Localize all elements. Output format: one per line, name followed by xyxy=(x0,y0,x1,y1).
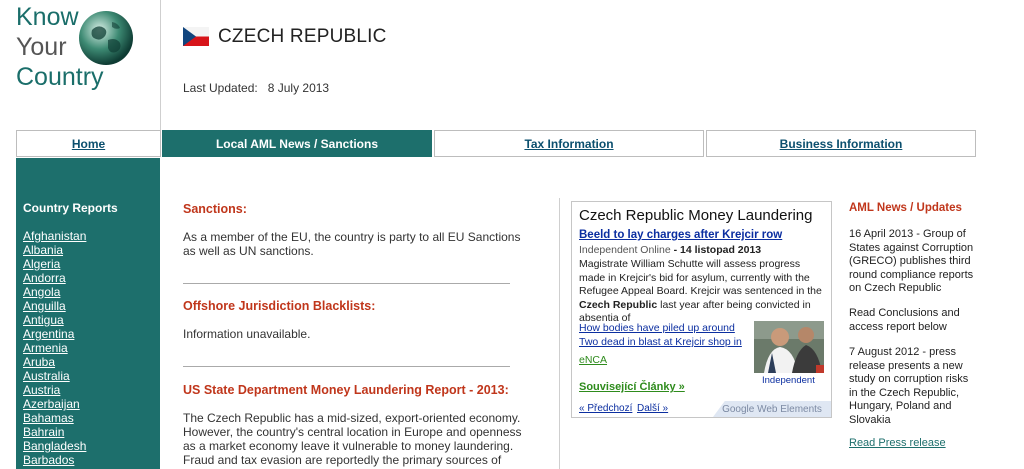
country-link[interactable]: Aruba xyxy=(23,355,55,369)
news-widget: Czech Republic Money Laundering Beeld to… xyxy=(571,201,832,418)
country-item: Bahamas xyxy=(23,411,86,425)
country-link[interactable]: Argentina xyxy=(23,327,74,341)
header-divider xyxy=(160,0,161,130)
widget-source: Independent Online - 14 listopad 2013 xyxy=(579,244,761,256)
country-item: Barbados xyxy=(23,453,86,467)
site-logo[interactable]: Know Your Country xyxy=(16,0,160,100)
country-link[interactable]: Austria xyxy=(23,383,60,397)
country-link[interactable]: Antigua xyxy=(23,313,64,327)
country-item: Aruba xyxy=(23,355,86,369)
country-list: Afghanistan Albania Algeria Andorra Ango… xyxy=(23,229,86,467)
sanctions-heading: Sanctions: xyxy=(183,202,247,216)
country-link[interactable]: Algeria xyxy=(23,257,60,271)
country-link[interactable]: Barbados xyxy=(23,453,74,467)
aml-news-item: 7 August 2012 - press release presents a… xyxy=(849,346,969,426)
widget-source-name: Independent Online xyxy=(579,244,671,256)
logo-text-your: Your xyxy=(16,33,67,61)
widget-body-bold: Czech Republic xyxy=(579,298,658,311)
country-item: Angola xyxy=(23,285,86,299)
us-report-heading: US State Department Money Laundering Rep… xyxy=(183,383,509,397)
country-link[interactable]: Bahrain xyxy=(23,425,64,439)
offshore-heading: Offshore Jurisdiction Blacklists: xyxy=(183,299,376,313)
widget-related-link[interactable]: Two dead in blast at Krejcir shop in xyxy=(579,336,742,348)
main-nav: Home Local AML News / Sanctions Tax Info… xyxy=(16,130,976,157)
country-link[interactable]: Afghanistan xyxy=(23,229,86,243)
country-item: Anguilla xyxy=(23,299,86,313)
last-updated-date: 8 July 2013 xyxy=(267,81,330,95)
country-item: Bangladesh xyxy=(23,439,86,453)
country-item: Andorra xyxy=(23,271,86,285)
country-item: Afghanistan xyxy=(23,229,86,243)
sidebar-title: Country Reports xyxy=(23,201,118,215)
read-press-release-link[interactable]: Read Press release xyxy=(849,437,946,449)
country-link[interactable]: Azerbaijan xyxy=(23,397,80,411)
last-updated: Last Updated: 8 July 2013 xyxy=(183,81,329,95)
czech-flag-icon xyxy=(183,27,209,46)
widget-related-link[interactable]: How bodies have piled up around xyxy=(579,322,735,334)
country-item: Bahrain xyxy=(23,425,86,439)
related-articles-link[interactable]: Související Články » xyxy=(579,381,685,393)
widget-footer: « Předchozí Další » Google Web Elements xyxy=(572,401,831,417)
google-web-elements-logo: Google Web Elements xyxy=(713,401,831,417)
country-item: Algeria xyxy=(23,257,86,271)
thumbnail-caption[interactable]: Independent xyxy=(762,375,815,386)
news-thumbnail-image[interactable] xyxy=(754,321,824,373)
widget-source-link[interactable]: eNCA xyxy=(579,354,607,366)
globe-icon xyxy=(79,11,133,65)
us-report-text: The Czech Republic has a mid-sized, expo… xyxy=(183,411,522,467)
country-link[interactable]: Armenia xyxy=(23,341,68,355)
country-link[interactable]: Angola xyxy=(23,285,60,299)
last-updated-label: Last Updated: xyxy=(183,81,258,95)
aml-news-item: 16 April 2013 - Group of States against … xyxy=(849,228,974,294)
country-link[interactable]: Australia xyxy=(23,369,70,383)
section-divider xyxy=(183,283,510,284)
next-link[interactable]: Další » xyxy=(637,403,668,414)
country-link[interactable]: Albania xyxy=(23,243,63,257)
widget-title: Czech Republic Money Laundering xyxy=(579,207,813,224)
aml-news-item: Read Conclusions and access report below xyxy=(849,307,960,333)
widget-headline-link[interactable]: Beeld to lay charges after Krejcir row xyxy=(579,229,782,241)
country-link[interactable]: Bahamas xyxy=(23,411,74,425)
logo-text-country: Country xyxy=(16,63,104,91)
country-item: Argentina xyxy=(23,327,86,341)
previous-link[interactable]: « Předchozí xyxy=(579,403,632,414)
sidebar: Country Reports Afghanistan Albania Alge… xyxy=(16,158,160,469)
aml-news-heading: AML News / Updates xyxy=(849,202,962,214)
country-link[interactable]: Andorra xyxy=(23,271,66,285)
sanctions-text: As a member of the EU, the country is pa… xyxy=(183,230,521,258)
country-item: Antigua xyxy=(23,313,86,327)
logo-text-know: Know xyxy=(16,3,79,31)
country-link[interactable]: Bangladesh xyxy=(23,439,86,453)
country-item: Armenia xyxy=(23,341,86,355)
section-divider xyxy=(183,366,510,367)
nav-tab-home[interactable]: Home xyxy=(16,130,161,157)
nav-tab-business-information[interactable]: Business Information xyxy=(706,130,976,157)
page-title: CZECH REPUBLIC xyxy=(218,26,387,47)
widget-body-1: Magistrate William Schutte will assess p… xyxy=(579,258,822,297)
country-item: Azerbaijan xyxy=(23,397,86,411)
country-item: Australia xyxy=(23,369,86,383)
column-divider xyxy=(559,198,560,469)
country-item: Austria xyxy=(23,383,86,397)
offshore-text: Information unavailable. xyxy=(183,327,311,341)
country-item: Albania xyxy=(23,243,86,257)
nav-tab-tax-information[interactable]: Tax Information xyxy=(434,130,704,157)
country-link[interactable]: Anguilla xyxy=(23,299,66,313)
nav-tab-aml-news[interactable]: Local AML News / Sanctions xyxy=(162,130,432,157)
widget-date: - 14 listopad 2013 xyxy=(673,244,762,256)
widget-body: Magistrate William Schutte will assess p… xyxy=(579,258,827,326)
